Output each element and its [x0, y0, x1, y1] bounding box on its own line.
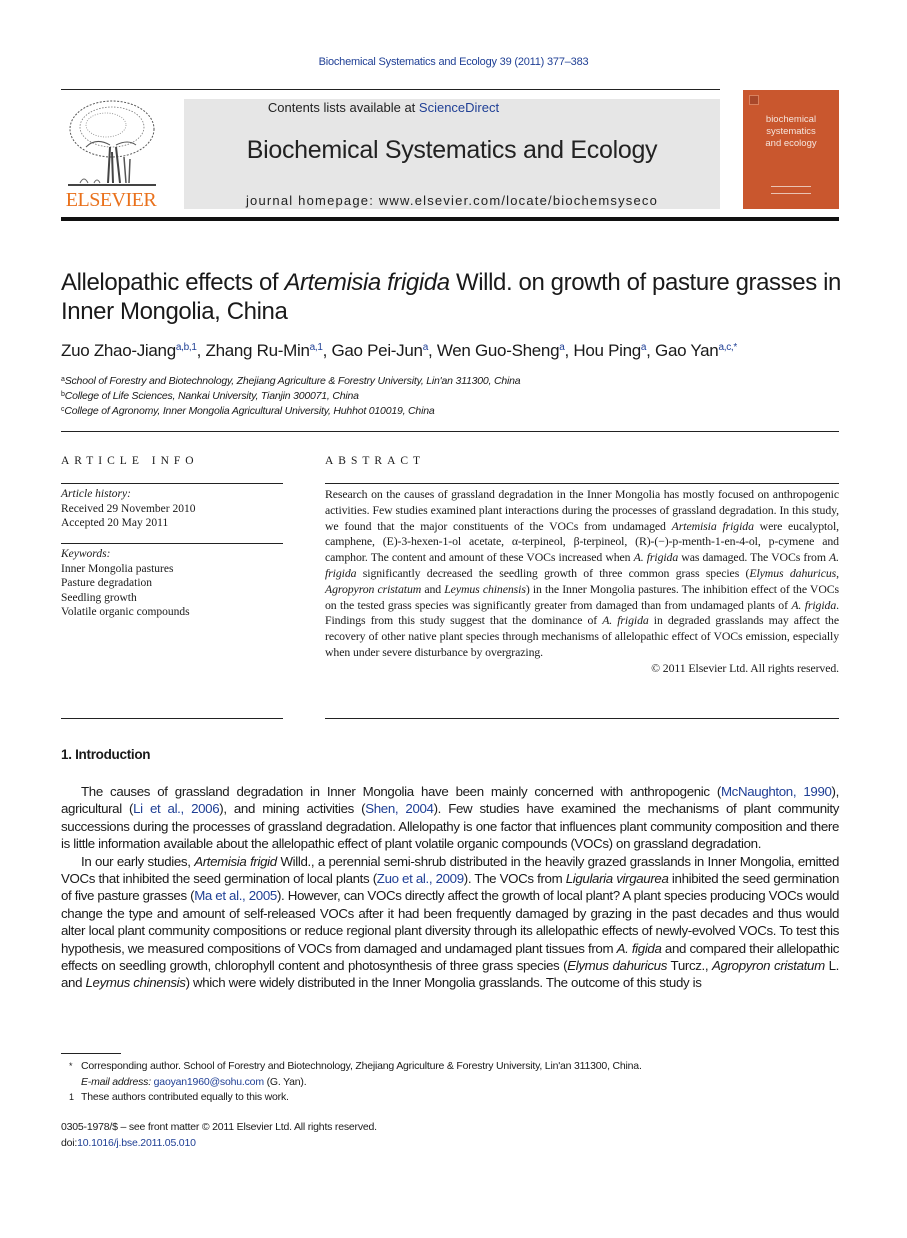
introduction-body: The causes of grassland degradation in I…: [61, 783, 839, 992]
author[interactable]: Gao Pei-Jun: [331, 341, 423, 360]
doi-link[interactable]: 10.1016/j.bse.2011.05.010: [77, 1137, 196, 1149]
divider: [325, 483, 839, 484]
keywords: Keywords: Inner Mongolia pastures Pastur…: [61, 547, 283, 620]
footnote-rule: [61, 1053, 121, 1054]
sciencedirect-link[interactable]: ScienceDirect: [419, 100, 499, 115]
email-link[interactable]: gaoyan1960@sohu.com: [154, 1076, 264, 1088]
author-affil-mark[interactable]: a: [641, 342, 647, 353]
keywords-label: Keywords:: [61, 548, 111, 560]
cover-line: systematics: [766, 126, 816, 137]
citation-link[interactable]: Shen, 2004: [365, 801, 434, 816]
citation-link[interactable]: Zuo et al., 2009: [377, 871, 464, 886]
affiliations: aSchool of Forestry and Biotechnology, Z…: [61, 373, 841, 418]
doi-line: doi:10.1016/j.bse.2011.05.010: [61, 1136, 377, 1152]
affil-text: College of Agronomy, Inner Mongolia Agri…: [64, 405, 435, 417]
running-head[interactable]: Biochemical Systematics and Ecology 39 (…: [0, 56, 907, 68]
footnote-email: E-mail address: gaoyan1960@sohu.com (G. …: [61, 1075, 839, 1091]
journal-title: Biochemical Systematics and Ecology: [246, 136, 658, 164]
issn-line: 0305-1978/$ – see front matter © 2011 El…: [61, 1121, 377, 1133]
author[interactable]: Wen Guo-Sheng: [437, 341, 560, 360]
cover-publisher-mark: [771, 186, 811, 194]
author[interactable]: Gao Yan: [655, 341, 719, 360]
history-label: Article history:: [61, 488, 131, 500]
affil-text: School of Forestry and Biotechnology, Zh…: [64, 375, 521, 387]
footnotes: * Corresponding author. School of Forestr…: [61, 1059, 839, 1106]
article-meta: 0305-1978/$ – see front matter © 2011 El…: [61, 1120, 377, 1151]
divider: [61, 483, 283, 484]
affiliation: bCollege of Life Sciences, Nankai Univer…: [61, 388, 841, 403]
footnote-mark: *: [69, 1061, 73, 1071]
affiliation: aSchool of Forestry and Biotechnology, Z…: [61, 373, 841, 388]
divider: [61, 718, 283, 719]
author[interactable]: Hou Ping: [573, 341, 641, 360]
abstract-body: Research on the causes of grassland degr…: [325, 487, 839, 677]
title-text: Allelopathic effects of: [61, 269, 285, 296]
masthead-rule: [61, 217, 839, 221]
divider: [61, 543, 283, 544]
elsevier-wordmark: ELSEVIER: [65, 189, 157, 211]
received-date: Received 29 November 2010: [61, 502, 196, 515]
footnote-text: Corresponding author. School of Forestry…: [81, 1060, 642, 1072]
author-affil-mark[interactable]: a: [559, 342, 565, 353]
keyword: Seedling growth: [61, 591, 137, 604]
paragraph: In our early studies, Artemisia frigid W…: [61, 853, 840, 991]
journal-cover[interactable]: biochemical systematics and ecology: [743, 90, 839, 209]
footnote-corresponding: * Corresponding author. School of Forestr…: [61, 1059, 839, 1075]
doi-prefix: doi:: [61, 1136, 78, 1149]
cover-line: and ecology: [765, 138, 817, 149]
cover-title: biochemical systematics and ecology: [743, 114, 839, 150]
section-heading-introduction: 1. Introduction: [61, 747, 151, 762]
affiliation: cCollege of Agronomy, Inner Mongolia Agr…: [61, 403, 841, 418]
keyword: Volatile organic compounds: [61, 606, 190, 618]
divider: [61, 431, 839, 432]
footnote-equal-contribution: 1 These authors contributed equally to th…: [61, 1090, 839, 1106]
footnote-text: These authors contributed equally to thi…: [81, 1091, 289, 1103]
contents-line: Contents lists available at ScienceDirec…: [0, 100, 767, 115]
citation-link[interactable]: Ma et al., 2005: [194, 888, 277, 903]
journal-homepage[interactable]: journal homepage: www.elsevier.com/locat…: [184, 193, 720, 208]
cover-logo-icon: [749, 95, 759, 105]
author-list: Zuo Zhao-Jianga,b,1, Zhang Ru-Mina,1, Ga…: [61, 341, 737, 360]
article-info-heading: ARTICLE INFO: [61, 455, 199, 467]
footnote-mark: 1: [69, 1092, 74, 1102]
abstract-heading: ABSTRACT: [325, 455, 426, 467]
divider: [325, 718, 839, 719]
keyword: Pasture degradation: [61, 577, 153, 589]
author[interactable]: Zuo Zhao-Jiang: [61, 341, 176, 360]
citation-link[interactable]: McNaughton, 1990: [721, 784, 832, 799]
title-species: Artemisia frigida: [284, 269, 450, 296]
author[interactable]: Zhang Ru-Min: [205, 341, 309, 360]
contents-prefix: Contents lists available at: [267, 100, 419, 115]
author-affil-mark[interactable]: a,c,*: [718, 342, 737, 353]
affil-text: College of Life Sciences, Nankai Univers…: [64, 390, 359, 402]
citation-link[interactable]: Li et al., 2006: [133, 801, 219, 816]
abstract-text: Research on the causes of grassland degr…: [325, 487, 840, 659]
author-affil-mark[interactable]: a: [423, 342, 429, 353]
paragraph: The causes of grassland degradation in I…: [61, 784, 839, 852]
keyword: Inner Mongolia pastures: [61, 562, 174, 575]
email-label: E-mail address:: [81, 1075, 151, 1088]
header-rule: [61, 89, 720, 90]
accepted-date: Accepted 20 May 2011: [61, 517, 169, 529]
author-affil-mark[interactable]: a,1: [310, 342, 323, 353]
author-affil-mark[interactable]: a,b,1: [176, 342, 197, 353]
article-title: Allelopathic effects of Artemisia frigid…: [61, 268, 841, 326]
cover-line: biochemical: [765, 114, 817, 125]
footnote-text: (G. Yan).: [263, 1075, 307, 1088]
article-history: Article history: Received 29 November 20…: [61, 487, 283, 531]
abstract-copyright: © 2011 Elsevier Ltd. All rights reserved…: [651, 660, 839, 675]
